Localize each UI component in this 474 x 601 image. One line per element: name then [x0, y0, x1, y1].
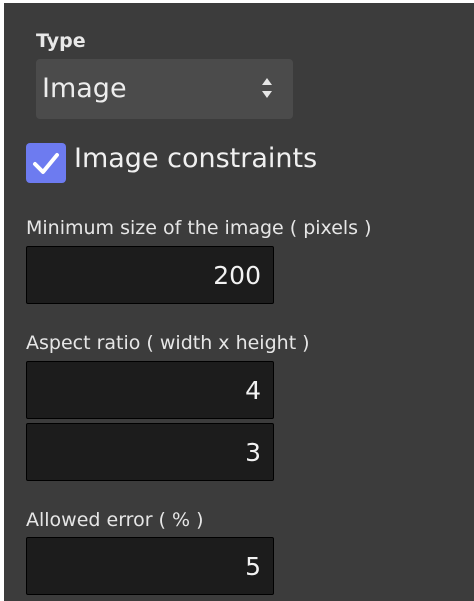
min-size-input[interactable] [26, 246, 274, 304]
min-size-label: Minimum size of the image ( pixels ) [26, 217, 372, 239]
allowed-error-input[interactable] [26, 537, 274, 595]
image-constraints-checkbox[interactable] [26, 143, 66, 183]
type-select-value: Image [42, 73, 127, 104]
aspect-ratio-label: Aspect ratio ( width x height ) [26, 332, 310, 354]
type-label: Type [36, 30, 86, 52]
aspect-ratio-width-input[interactable] [26, 361, 274, 419]
checkmark-icon [33, 153, 59, 174]
allowed-error-label: Allowed error ( % ) [26, 509, 204, 531]
up-down-arrows-icon [262, 78, 272, 98]
image-constraints-label: Image constraints [74, 143, 318, 174]
aspect-ratio-height-input[interactable] [26, 423, 274, 481]
type-select[interactable]: Image [36, 59, 293, 119]
